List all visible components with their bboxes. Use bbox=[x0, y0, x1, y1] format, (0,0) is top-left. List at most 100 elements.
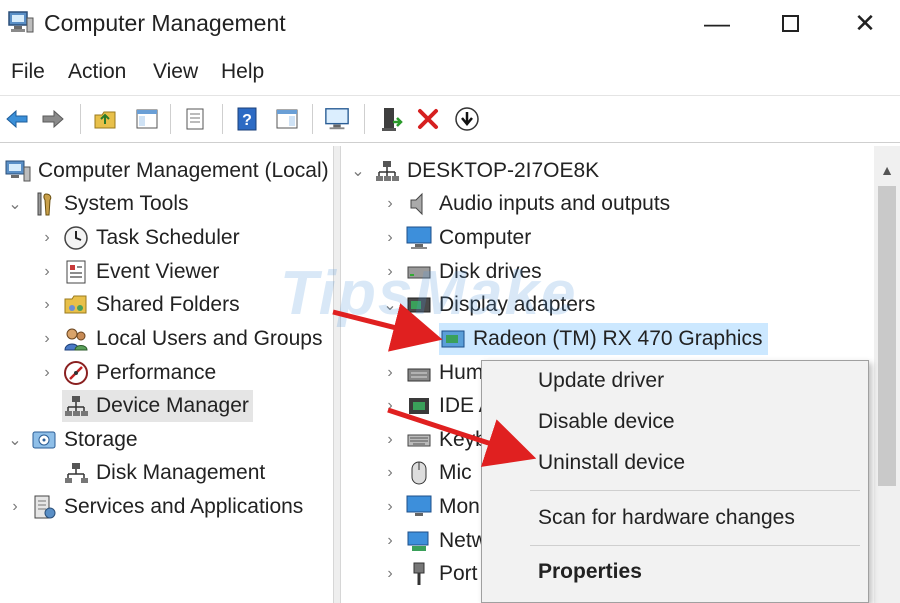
chevron-right-icon[interactable]: › bbox=[381, 565, 399, 583]
context-menu-disable-device[interactable]: Disable device bbox=[538, 410, 675, 434]
storage-icon bbox=[30, 426, 58, 454]
shared-folder-icon bbox=[62, 291, 90, 319]
chevron-down-icon[interactable]: ⌄ bbox=[349, 161, 367, 181]
computer-management-app-icon bbox=[8, 10, 34, 34]
performance-icon bbox=[62, 359, 90, 387]
tree-label: Device Manager bbox=[96, 394, 249, 417]
ide-icon bbox=[405, 392, 433, 420]
tree-item-disk-management[interactable]: Disk Management bbox=[62, 457, 265, 489]
tree-item-shared-folders[interactable]: › Shared Folders bbox=[38, 289, 239, 321]
tree-root-computer-management[interactable]: Computer Management (Local) bbox=[4, 155, 329, 187]
monitor-icon[interactable] bbox=[324, 105, 350, 133]
scroll-up-arrow-icon[interactable]: ▲ bbox=[874, 160, 900, 180]
pane-splitter[interactable] bbox=[333, 146, 341, 603]
uninstall-red-x-icon[interactable] bbox=[415, 105, 441, 133]
chevron-right-icon[interactable]: › bbox=[381, 498, 399, 516]
tree-label: Mon bbox=[439, 495, 480, 518]
chevron-down-icon[interactable]: ⌄ bbox=[6, 194, 24, 214]
context-menu-update-driver[interactable]: Update driver bbox=[538, 369, 664, 393]
event-viewer-icon bbox=[62, 258, 90, 286]
tree-item-system-tools[interactable]: ⌄ System Tools bbox=[6, 188, 189, 220]
context-menu-uninstall-device[interactable]: Uninstall device bbox=[538, 451, 685, 475]
device-category-audio[interactable]: › Audio inputs and outputs bbox=[381, 188, 670, 220]
update-driver-icon[interactable] bbox=[378, 105, 404, 133]
tree-item-services-and-applications[interactable]: › Services and Applications bbox=[6, 491, 303, 523]
device-category-keyboards[interactable]: › Keyb bbox=[381, 424, 487, 456]
tree-item-device-manager[interactable]: Device Manager bbox=[62, 390, 253, 422]
device-category-ide[interactable]: › IDE A bbox=[381, 390, 492, 422]
context-menu-separator bbox=[530, 490, 860, 491]
toolbar: ? bbox=[0, 95, 900, 143]
context-menu: Update driver Disable device Uninstall d… bbox=[481, 360, 869, 603]
tree-label: Keyb bbox=[439, 428, 487, 451]
menu-action[interactable]: Action bbox=[68, 60, 126, 84]
toolbar-separator bbox=[222, 104, 223, 134]
device-category-monitors[interactable]: › Mon bbox=[381, 491, 480, 523]
chevron-right-icon[interactable]: › bbox=[381, 195, 399, 213]
tree-label: Storage bbox=[64, 428, 138, 451]
chevron-right-icon[interactable]: › bbox=[6, 498, 24, 516]
toolbar-separator bbox=[312, 104, 313, 134]
device-manager-icon bbox=[62, 392, 90, 420]
network-icon bbox=[405, 527, 433, 555]
computer-node-icon bbox=[373, 157, 401, 185]
device-category-hid[interactable]: › Hum bbox=[381, 357, 483, 389]
up-folder-icon[interactable] bbox=[92, 105, 118, 133]
maximize-button[interactable] bbox=[768, 6, 812, 40]
tools-icon bbox=[30, 190, 58, 218]
device-category-computer[interactable]: › Computer bbox=[381, 222, 531, 254]
device-tree-computer-node[interactable]: ⌄ DESKTOP-2I7OE8K bbox=[349, 155, 599, 187]
properties-sheet-icon[interactable] bbox=[182, 105, 208, 133]
tree-item-event-viewer[interactable]: › Event Viewer bbox=[38, 256, 219, 288]
watermark: TipsMake bbox=[280, 259, 578, 328]
close-button[interactable]: ✕ bbox=[843, 6, 887, 40]
download-arrow-icon[interactable] bbox=[454, 105, 480, 133]
graphics-card-icon bbox=[439, 325, 467, 353]
chevron-right-icon[interactable]: › bbox=[38, 330, 56, 348]
tree-label: Disk Management bbox=[96, 461, 266, 484]
chevron-right-icon[interactable]: › bbox=[381, 397, 399, 415]
menu-view[interactable]: View bbox=[153, 60, 198, 84]
speaker-icon bbox=[405, 190, 433, 218]
tree-item-task-scheduler[interactable]: › Task Scheduler bbox=[38, 222, 240, 254]
chevron-right-icon[interactable]: › bbox=[38, 229, 56, 247]
chevron-right-icon[interactable]: › bbox=[381, 464, 399, 482]
context-menu-scan-hardware[interactable]: Scan for hardware changes bbox=[538, 506, 795, 530]
toolbar-separator bbox=[170, 104, 171, 134]
minimize-button[interactable]: — bbox=[695, 6, 739, 40]
tree-label: Local Users and Groups bbox=[96, 327, 323, 350]
help-icon[interactable]: ? bbox=[234, 105, 260, 133]
tree-item-performance[interactable]: › Performance bbox=[38, 357, 216, 389]
menu-file[interactable]: File bbox=[11, 60, 45, 84]
show-hide-tree-icon[interactable] bbox=[134, 105, 160, 133]
chevron-right-icon[interactable]: › bbox=[381, 229, 399, 247]
vertical-scrollbar[interactable]: ▲ bbox=[874, 146, 900, 603]
menu-help[interactable]: Help bbox=[221, 60, 264, 84]
chevron-right-icon[interactable]: › bbox=[381, 532, 399, 550]
users-icon bbox=[62, 325, 90, 353]
toolbar-separator bbox=[364, 104, 365, 134]
chevron-right-icon[interactable]: › bbox=[381, 364, 399, 382]
tree-label: Computer bbox=[439, 226, 532, 249]
back-icon[interactable] bbox=[4, 105, 30, 133]
device-category-ports[interactable]: › Port bbox=[381, 558, 478, 590]
monitor-icon bbox=[405, 493, 433, 521]
scroll-thumb[interactable] bbox=[878, 186, 896, 486]
chevron-down-icon[interactable]: ⌄ bbox=[6, 430, 24, 450]
context-menu-properties[interactable]: Properties bbox=[538, 560, 642, 584]
tree-label: Services and Applications bbox=[64, 495, 304, 518]
chevron-right-icon[interactable]: › bbox=[38, 364, 56, 382]
context-menu-separator bbox=[530, 545, 860, 546]
chevron-right-icon[interactable]: › bbox=[38, 296, 56, 314]
device-category-network[interactable]: › Netw bbox=[381, 525, 487, 557]
tree-item-storage[interactable]: ⌄ Storage bbox=[6, 424, 138, 456]
tree-label: Performance bbox=[96, 361, 217, 384]
device-category-mice[interactable]: › Mic bbox=[381, 457, 472, 489]
chevron-right-icon[interactable]: › bbox=[381, 431, 399, 449]
tree-label: Event Viewer bbox=[96, 260, 220, 283]
show-action-pane-icon[interactable] bbox=[274, 105, 300, 133]
chevron-right-icon[interactable]: › bbox=[38, 263, 56, 281]
computer-icon bbox=[405, 224, 433, 252]
svg-text:?: ? bbox=[242, 112, 252, 129]
forward-icon[interactable] bbox=[40, 105, 66, 133]
